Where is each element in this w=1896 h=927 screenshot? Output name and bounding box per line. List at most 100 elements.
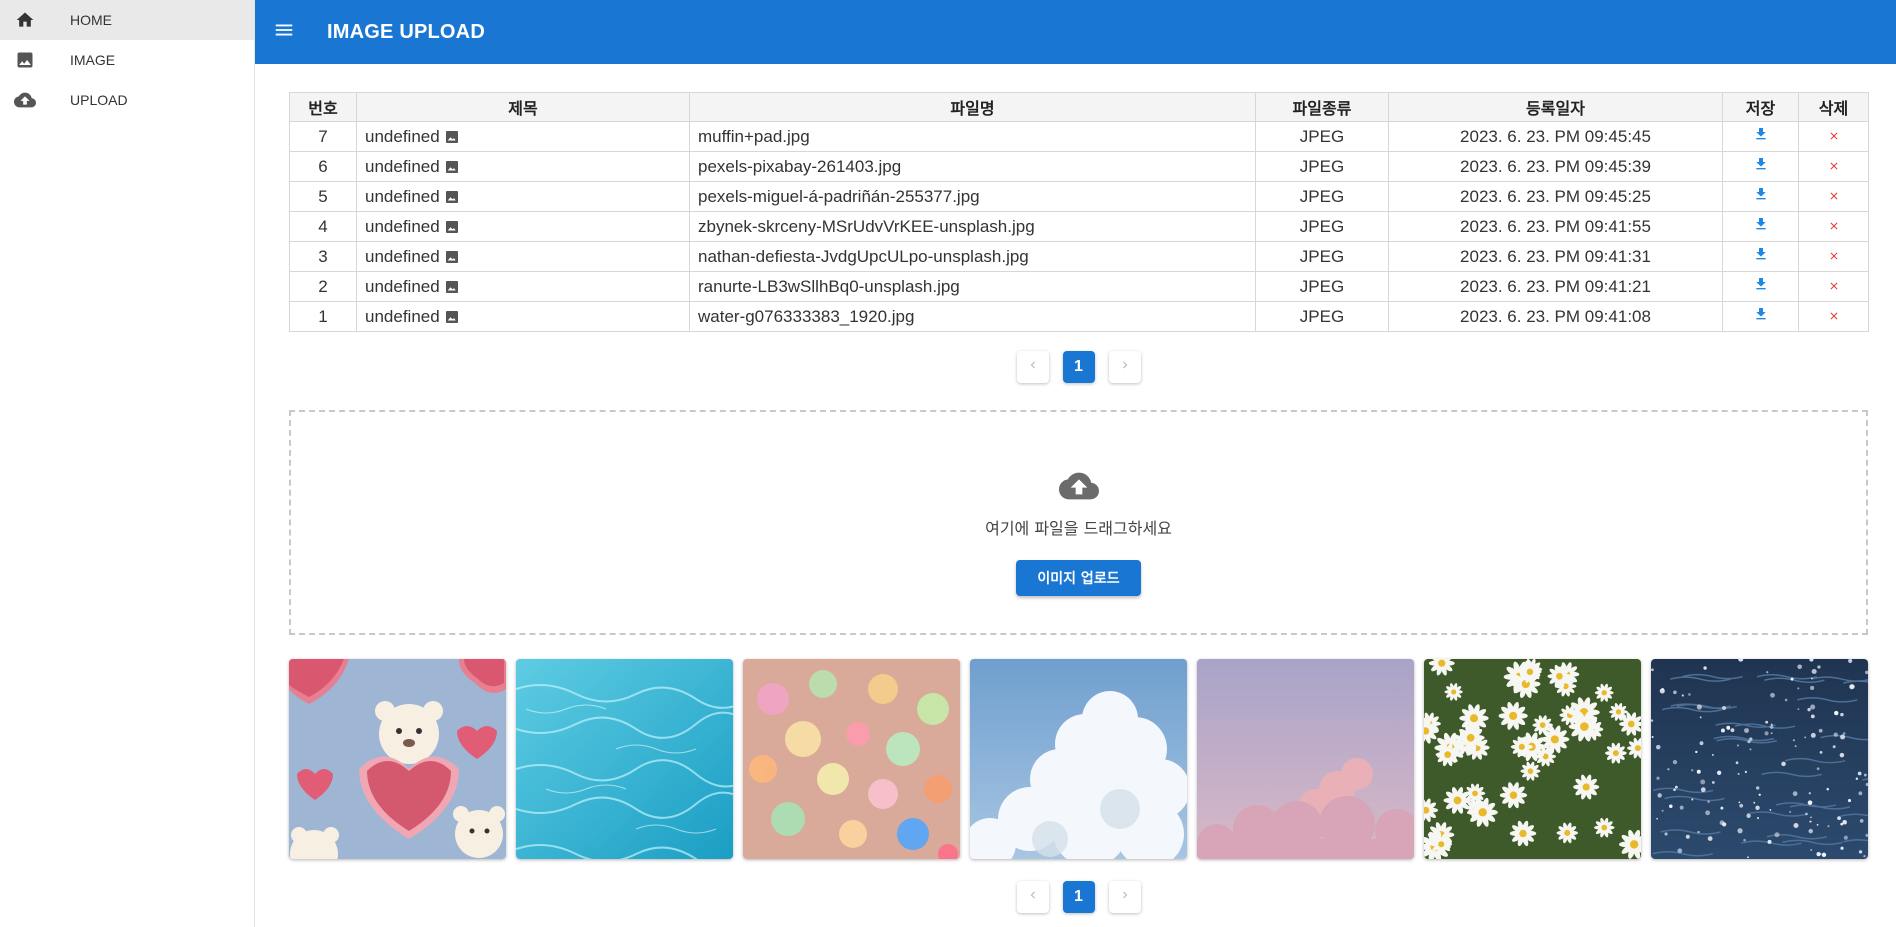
delete-icon[interactable] [1828, 277, 1840, 297]
delete-cell [1798, 121, 1869, 152]
gallery-image[interactable] [289, 659, 506, 859]
gallery-pagination: 1 [289, 881, 1868, 913]
row-filename: zbynek-skrceny-MSrUdvVrKEE-unsplash.jpg [689, 211, 1256, 242]
next-page-button[interactable] [1108, 881, 1141, 913]
chevron-right-icon [1118, 358, 1132, 377]
cloud-upload-icon [1058, 466, 1099, 511]
image-icon[interactable] [445, 280, 458, 293]
main-content: 번호 제목 파일명 파일종류 등록일자 저장 삭제 7 undefined muff… [289, 92, 1869, 913]
download-icon[interactable] [1753, 305, 1769, 328]
column-header: 삭제 [1798, 92, 1869, 122]
sidebar-item-label: UPLOAD [70, 92, 128, 108]
row-filetype: JPEG [1255, 151, 1389, 182]
table-row: 4 undefined zbynek-skrceny-MSrUdvVrKEE-uns… [289, 211, 1869, 242]
chevron-right-icon [1118, 888, 1132, 907]
download-icon[interactable] [1753, 155, 1769, 178]
row-number: 6 [289, 151, 357, 182]
download-icon[interactable] [1753, 245, 1769, 268]
image-icon [0, 40, 50, 80]
image-icon[interactable] [445, 310, 458, 323]
image-icon[interactable] [445, 250, 458, 263]
delete-icon[interactable] [1828, 307, 1840, 327]
sidebar: HOME IMAGE UPLOAD [0, 0, 255, 927]
image-icon[interactable] [445, 220, 458, 233]
delete-icon[interactable] [1828, 157, 1840, 177]
gallery-image[interactable] [1424, 659, 1641, 859]
cloud-upload-icon [0, 80, 50, 120]
sidebar-item-image[interactable]: IMAGE [0, 40, 254, 80]
delete-cell [1798, 301, 1869, 332]
download-icon[interactable] [1753, 275, 1769, 298]
download-cell [1722, 151, 1799, 182]
gallery-image[interactable] [1197, 659, 1414, 859]
gallery-image[interactable] [516, 659, 733, 859]
row-title-cell: undefined [356, 301, 690, 332]
daisies-picture [1424, 659, 1641, 859]
table-header-row: 번호 제목 파일명 파일종류 등록일자 저장 삭제 [289, 92, 1869, 122]
chevron-left-icon [1026, 888, 1040, 907]
sidebar-item-upload[interactable]: UPLOAD [0, 80, 254, 120]
delete-cell [1798, 181, 1869, 212]
column-header: 저장 [1722, 92, 1799, 122]
menu-icon [273, 19, 295, 46]
delete-cell [1798, 271, 1869, 302]
page-button-current[interactable]: 1 [1062, 351, 1095, 383]
table-row: 5 undefined pexels-miguel-á-padriñán-25537… [289, 181, 1869, 212]
table-row: 7 undefined muffin+pad.jpg JPEG 2023. 6. 23.… [289, 121, 1869, 152]
row-title: undefined [365, 186, 440, 206]
row-filetype: JPEG [1255, 211, 1389, 242]
row-filetype: JPEG [1255, 271, 1389, 302]
table-row: 6 undefined pexels-pixabay-261403.jpg JPEG 2… [289, 151, 1869, 182]
next-page-button[interactable] [1108, 351, 1141, 383]
row-title: undefined [365, 276, 440, 296]
home-icon [0, 0, 50, 40]
gallery-image[interactable] [1651, 659, 1868, 859]
download-icon[interactable] [1753, 215, 1769, 238]
row-title-cell: undefined [356, 211, 690, 242]
pool-water-picture [516, 659, 733, 859]
download-icon[interactable] [1753, 185, 1769, 208]
row-number: 4 [289, 211, 357, 242]
clouds-blue-sky-picture [970, 659, 1187, 859]
table-pagination: 1 [289, 351, 1868, 383]
menu-button[interactable] [255, 0, 313, 64]
image-icon[interactable] [445, 130, 458, 143]
image-icon[interactable] [445, 160, 458, 173]
prev-page-button[interactable] [1016, 351, 1049, 383]
sidebar-item-home[interactable]: HOME [0, 0, 254, 40]
download-icon[interactable] [1753, 125, 1769, 148]
row-filename: ranurte-LB3wSllhBq0-unsplash.jpg [689, 271, 1256, 302]
row-title-cell: undefined [356, 271, 690, 302]
row-date: 2023. 6. 23. PM 09:45:45 [1388, 121, 1723, 152]
table-row: 1 undefined water-g076333383_1920.jpg JPEG 2… [289, 301, 1869, 332]
chevron-left-icon [1026, 358, 1040, 377]
delete-cell [1798, 211, 1869, 242]
row-title-cell: undefined [356, 241, 690, 272]
row-filetype: JPEG [1255, 181, 1389, 212]
column-header: 등록일자 [1388, 92, 1723, 122]
teddy-bears-hearts-picture [289, 659, 506, 859]
file-dropzone[interactable]: 여기에 파일을 드래그하세요 이미지 업로드 [289, 410, 1868, 635]
prev-page-button[interactable] [1016, 881, 1049, 913]
page-button-current[interactable]: 1 [1062, 881, 1095, 913]
download-cell [1722, 241, 1799, 272]
delete-icon[interactable] [1828, 187, 1840, 207]
delete-icon[interactable] [1828, 217, 1840, 237]
gallery-image[interactable] [743, 659, 960, 859]
download-cell [1722, 271, 1799, 302]
row-filetype: JPEG [1255, 121, 1389, 152]
delete-icon[interactable] [1828, 127, 1840, 147]
image-icon[interactable] [445, 190, 458, 203]
sea-sparkles-picture [1651, 659, 1868, 859]
delete-icon[interactable] [1828, 247, 1840, 267]
image-upload-button[interactable]: 이미지 업로드 [1016, 560, 1141, 596]
row-number: 3 [289, 241, 357, 272]
download-cell [1722, 301, 1799, 332]
row-date: 2023. 6. 23. PM 09:41:31 [1388, 241, 1723, 272]
row-date: 2023. 6. 23. PM 09:45:39 [1388, 151, 1723, 182]
row-date: 2023. 6. 23. PM 09:41:55 [1388, 211, 1723, 242]
table-row: 2 undefined ranurte-LB3wSllhBq0-unsplash.j… [289, 271, 1869, 302]
gallery-image[interactable] [970, 659, 1187, 859]
page-title: IMAGE UPLOAD [327, 20, 485, 43]
sidebar-item-label: HOME [70, 12, 112, 28]
